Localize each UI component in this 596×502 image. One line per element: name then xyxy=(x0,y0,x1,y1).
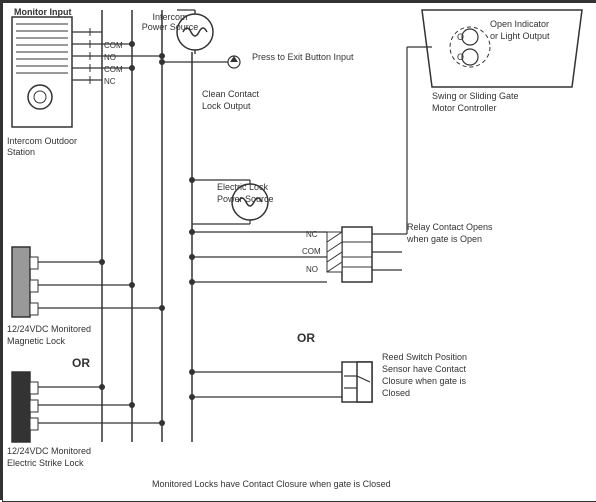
svg-text:Magnetic Lock: Magnetic Lock xyxy=(7,336,66,346)
svg-text:Motor Controller: Motor Controller xyxy=(432,103,497,113)
svg-text:Lock Output: Lock Output xyxy=(202,101,251,111)
svg-text:Electric Strike Lock: Electric Strike Lock xyxy=(7,458,84,468)
svg-text:Closed: Closed xyxy=(382,388,410,398)
svg-text:Sensor have Contact: Sensor have Contact xyxy=(382,364,467,374)
svg-text:Electric Lock: Electric Lock xyxy=(217,182,269,192)
svg-text:when gate is Open: when gate is Open xyxy=(406,234,482,244)
svg-text:Power Source: Power Source xyxy=(142,22,199,32)
svg-text:NO: NO xyxy=(104,53,116,62)
svg-text:OR: OR xyxy=(72,356,90,370)
svg-text:NC: NC xyxy=(306,230,318,239)
svg-text:12/24VDC Monitored: 12/24VDC Monitored xyxy=(7,324,91,334)
svg-text:COM: COM xyxy=(302,247,321,256)
svg-text:Intercom Outdoor: Intercom Outdoor xyxy=(7,136,77,146)
svg-text:COM: COM xyxy=(104,65,123,74)
svg-text:Clean Contact: Clean Contact xyxy=(202,89,260,99)
svg-text:OR: OR xyxy=(297,331,315,345)
svg-text:Press to Exit Button Input: Press to Exit Button Input xyxy=(252,52,354,62)
svg-text:12/24VDC Monitored: 12/24VDC Monitored xyxy=(7,446,91,456)
svg-text:Open Indicator: Open Indicator xyxy=(490,19,549,29)
svg-text:COM: COM xyxy=(104,41,123,50)
svg-text:NC: NC xyxy=(104,77,116,86)
wiring-diagram: O O Monitor Input COM NO COM NC Intercom… xyxy=(0,0,596,500)
svg-text:Swing or Sliding Gate: Swing or Sliding Gate xyxy=(432,91,519,101)
svg-text:Station: Station xyxy=(7,147,35,157)
svg-text:or Light Output: or Light Output xyxy=(490,31,550,41)
svg-text:Monitor Input: Monitor Input xyxy=(14,7,71,17)
svg-text:O: O xyxy=(457,32,464,42)
svg-text:Relay Contact Opens: Relay Contact Opens xyxy=(407,222,493,232)
svg-text:Intercom: Intercom xyxy=(152,12,187,22)
svg-text:O: O xyxy=(457,52,464,62)
svg-text:Power Source: Power Source xyxy=(217,194,274,204)
svg-text:NO: NO xyxy=(306,265,318,274)
svg-text:Monitored Locks have Contact C: Monitored Locks have Contact Closure whe… xyxy=(152,479,391,489)
svg-text:Reed Switch Position: Reed Switch Position xyxy=(382,352,467,362)
svg-text:Closure when gate is: Closure when gate is xyxy=(382,376,467,386)
